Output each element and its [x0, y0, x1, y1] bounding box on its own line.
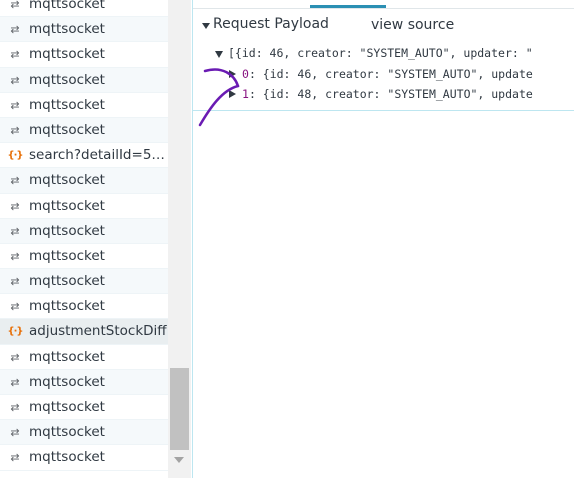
request-row[interactable]: {·} search?detailId=59... [0, 143, 168, 169]
scrollbar-thumb[interactable] [170, 368, 189, 450]
request-name: adjustmentStockDiff [29, 323, 167, 340]
request-row[interactable]: ⇄ mqttsocket [0, 395, 168, 421]
xhr-icon: {·} [7, 326, 23, 338]
request-row[interactable]: ⇄ mqttsocket [0, 168, 168, 194]
request-row[interactable]: ⇄ mqttsocket [0, 93, 168, 118]
websocket-icon: ⇄ [10, 275, 20, 289]
request-row[interactable]: ⇄ mqttsocket [0, 369, 168, 395]
active-tab-indicator [310, 5, 386, 8]
request-name: mqttsocket [29, 373, 105, 390]
array-index: 0 [242, 67, 249, 81]
websocket-icon: ⇄ [10, 249, 20, 263]
payload-item-0[interactable]: 0: {id: 46, creator: "SYSTEM_AUTO", upda… [242, 64, 533, 84]
request-name: mqttsocket [29, 247, 105, 264]
websocket-icon: ⇄ [10, 73, 20, 87]
websocket-icon: ⇄ [10, 451, 20, 465]
websocket-icon: ⇄ [10, 300, 20, 314]
section-title: Request Payload [213, 16, 329, 32]
request-name: mqttsocket [29, 96, 105, 113]
array-index: 1 [242, 87, 249, 101]
request-row[interactable]: ⇄ mqttsocket [0, 345, 168, 370]
request-row[interactable]: ⇄ mqttsocket [0, 420, 168, 446]
payload-item-1[interactable]: 1: {id: 48, creator: "SYSTEM_AUTO", upda… [242, 84, 533, 104]
websocket-icon: ⇄ [10, 224, 20, 238]
payload-item-text: : {id: 46, creator: "SYSTEM_AUTO", updat… [248, 67, 533, 81]
websocket-icon: ⇄ [10, 350, 20, 364]
request-name: mqttsocket [29, 172, 105, 189]
request-row[interactable]: ⇄ mqttsocket [0, 67, 168, 93]
websocket-icon: ⇄ [10, 23, 20, 37]
websocket-icon: ⇄ [10, 174, 20, 188]
websocket-icon: ⇄ [10, 123, 20, 137]
websocket-icon: ⇄ [10, 98, 20, 112]
request-row[interactable]: ⇄ mqttsocket [0, 117, 168, 144]
request-name: mqttsocket [29, 121, 105, 138]
payload-pane: Request Payload view source [{id: 46, cr… [193, 0, 574, 478]
websocket-icon: ⇄ [10, 401, 20, 414]
request-name: mqttsocket [29, 71, 105, 88]
request-name: mqttsocket [29, 298, 105, 315]
request-name: mqttsocket [29, 197, 105, 214]
websocket-icon: ⇄ [10, 48, 20, 62]
request-row[interactable]: ⇄ mqttsocket [0, 269, 168, 295]
websocket-icon: ⇄ [10, 0, 20, 11]
expand-root-triangle-icon[interactable] [215, 51, 223, 58]
tab-strip [193, 0, 574, 9]
collapse-triangle-icon[interactable] [202, 23, 210, 29]
request-list: ⇄ mqttsocket ⇄ mqttsocket ⇄ mqttsocket ⇄ mqttso… [0, 0, 168, 471]
request-name: mqttsocket [29, 46, 105, 63]
request-name: mqttsocket [29, 449, 105, 466]
request-name: mqttsocket [29, 399, 105, 415]
request-row[interactable]: ⇄ mqttsocket [0, 294, 168, 320]
request-list-panel: ⇄ mqttsocket ⇄ mqttsocket ⇄ mqttsocket ⇄ mqttso… [0, 0, 193, 478]
websocket-icon: ⇄ [10, 375, 20, 389]
scroll-down-arrow-icon[interactable] [174, 457, 184, 463]
request-row[interactable]: ⇄ mqttsocket [0, 244, 168, 270]
request-name: mqttsocket [29, 21, 105, 38]
view-source-link[interactable]: view source [371, 17, 454, 33]
request-row[interactable]: {·} adjustmentStockDiff [0, 319, 168, 345]
request-row[interactable]: ⇄ mqttsocket [0, 218, 168, 244]
request-name: mqttsocket [29, 348, 105, 365]
payload-section-header[interactable]: Request Payload view source [193, 14, 574, 40]
expand-item-0-triangle-icon[interactable] [229, 70, 236, 78]
payload-item-text: : {id: 48, creator: "SYSTEM_AUTO", updat… [248, 87, 533, 101]
request-row[interactable]: ⇄ mqttsocket [0, 42, 168, 68]
request-name: search?detailId=59... [29, 147, 168, 164]
request-name: mqttsocket [29, 273, 105, 290]
websocket-icon: ⇄ [10, 199, 20, 213]
request-name: mqttsocket [29, 424, 105, 441]
request-name: mqttsocket [29, 222, 105, 239]
expand-item-1-triangle-icon[interactable] [229, 90, 236, 98]
request-name: mqttsocket [29, 0, 105, 12]
payload-root-line[interactable]: [{id: 46, creator: "SYSTEM_AUTO", update… [228, 43, 533, 63]
request-row[interactable]: ⇄ mqttsocket [0, 17, 168, 43]
request-row[interactable]: ⇄ mqttsocket [0, 0, 168, 18]
xhr-icon: {·} [7, 150, 23, 162]
request-row[interactable]: ⇄ mqttsocket [0, 445, 168, 471]
section-divider [193, 110, 574, 111]
request-row[interactable]: ⇄ mqttsocket [0, 194, 168, 219]
websocket-icon: ⇄ [10, 426, 20, 440]
